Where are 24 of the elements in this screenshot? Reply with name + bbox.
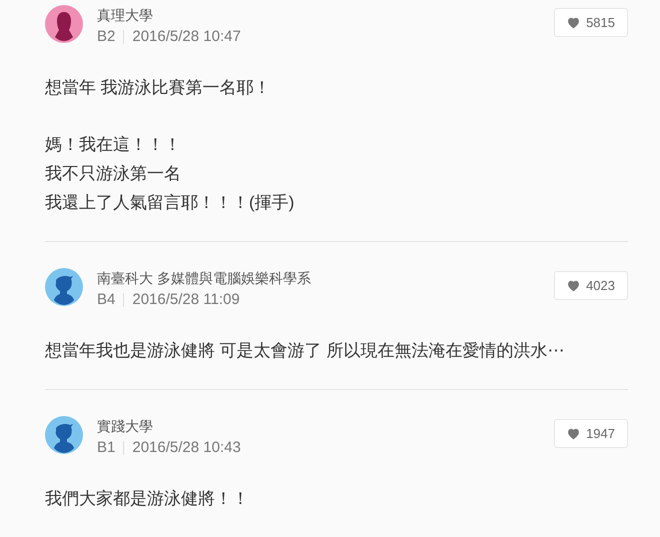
male-avatar-icon [45, 268, 83, 306]
comment-line: 我不只游泳第一名 [45, 163, 182, 185]
comment-line: 我們大家都是游泳健將！！ [45, 488, 250, 510]
comment-line: 想當年我也是游泳健將 可是太會游了 所以現在無法淹在愛情的洪水⋯ [45, 340, 566, 362]
school-name: 真理大學 [97, 6, 154, 25]
floor-number: B4 [97, 290, 116, 310]
post-time: 2016/5/28 10:43 [132, 438, 241, 458]
male-avatar-icon [45, 416, 83, 454]
like-button[interactable]: 1947 [554, 419, 628, 448]
female-avatar-icon [45, 5, 83, 43]
comment-line: 我還上了人氣留言耶！！！(揮手) [45, 192, 296, 214]
like-button[interactable]: 4023 [554, 271, 628, 300]
floor-number: B2 [97, 27, 116, 47]
school-name: 實踐大學 [97, 417, 154, 436]
post-time: 2016/5/28 11:09 [132, 290, 240, 310]
heart-icon [567, 280, 580, 292]
heart-icon [567, 428, 580, 440]
comment-line: 想當年 我游泳比賽第一名耶！ [45, 77, 272, 99]
heart-icon [567, 16, 580, 28]
comment-line: 媽！我在這！！！ [45, 134, 182, 156]
floor-number: B1 [97, 438, 116, 458]
post-time: 2016/5/28 10:47 [132, 27, 241, 47]
like-button[interactable]: 5815 [554, 8, 628, 37]
school-name: 南臺科大 多媒體與電腦娛樂科學系 [97, 269, 311, 288]
